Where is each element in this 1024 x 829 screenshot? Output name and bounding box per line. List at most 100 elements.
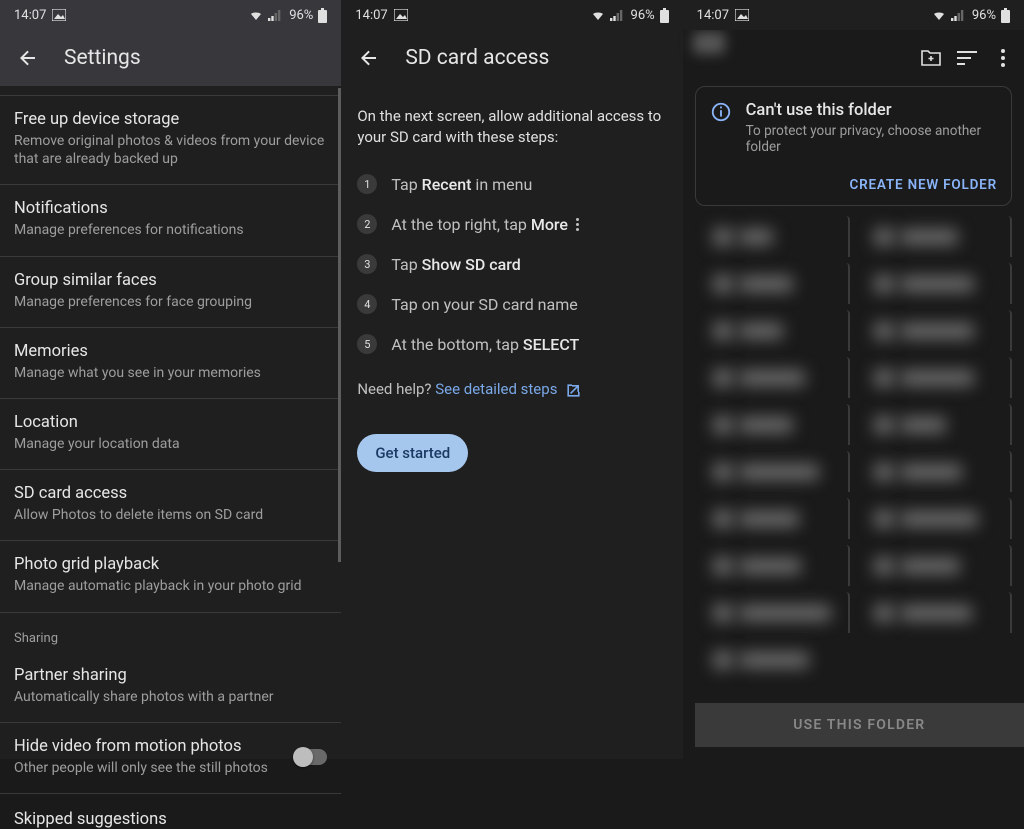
folder-cell-blurred[interactable]	[856, 451, 1012, 492]
more-icon[interactable]	[992, 47, 1014, 69]
info-icon	[710, 101, 732, 123]
folder-row	[695, 263, 1012, 304]
sdcard-access-pane: 14:07 96% SD card access On the next scr…	[341, 0, 682, 759]
battery-icon	[660, 8, 669, 23]
folder-cell-blurred[interactable]	[856, 357, 1012, 398]
folder-cell-blurred[interactable]	[695, 310, 851, 351]
folder-cell-blurred[interactable]	[695, 451, 851, 492]
step: 3Tap Show SD card	[357, 244, 666, 284]
item-title: SD card access	[14, 484, 327, 503]
item-sub: Manage preferences for notifications	[14, 221, 327, 239]
folder-cell-blurred[interactable]	[695, 263, 851, 304]
item-sub: Manage your location data	[14, 435, 327, 453]
folder-cell-blurred[interactable]	[856, 263, 1012, 304]
step-text: Tap Show SD card	[391, 255, 520, 274]
picture-icon	[394, 9, 408, 21]
folder-row	[695, 545, 1012, 586]
step-number: 2	[357, 214, 377, 234]
item-title: Skipped suggestions	[14, 810, 327, 829]
folder-cell-blurred[interactable]	[695, 357, 851, 398]
battery-percent: 96%	[289, 8, 313, 23]
settings-list: Free up device storage Remove original p…	[0, 92, 341, 829]
folder-row	[695, 451, 1012, 492]
item-sub: Other people will only see the still pho…	[14, 759, 285, 777]
folder-cell-blurred[interactable]	[695, 404, 851, 445]
breadcrumb-blurred	[693, 32, 725, 54]
settings-item-notifications[interactable]: Notifications Manage preferences for not…	[0, 185, 341, 256]
step-number: 5	[357, 334, 377, 354]
folder-cell-blurred[interactable]	[695, 216, 851, 257]
folder-row	[695, 639, 1012, 680]
status-time: 14:07	[14, 8, 46, 23]
use-this-folder-button[interactable]: USE THIS FOLDER	[695, 703, 1024, 747]
item-sub: Remove original photos & videos from you…	[14, 132, 327, 168]
get-started-button[interactable]: Get started	[357, 434, 468, 472]
settings-item-partner[interactable]: Partner sharing Automatically share phot…	[0, 652, 341, 723]
folder-cell-blurred[interactable]	[856, 404, 1012, 445]
new-folder-icon[interactable]	[920, 47, 942, 69]
settings-item-skipped[interactable]: Skipped suggestions	[0, 794, 341, 829]
settings-item-faces[interactable]: Group similar faces Manage preferences f…	[0, 257, 341, 328]
settings-item-gridplayback[interactable]: Photo grid playback Manage automatic pla…	[0, 541, 341, 612]
item-sub: Automatically share photos with a partne…	[14, 688, 327, 706]
help-line: Need help? See detailed steps	[341, 364, 682, 414]
folder-row	[695, 498, 1012, 539]
item-title: Group similar faces	[14, 271, 327, 290]
folder-cell-blurred[interactable]	[856, 592, 1012, 633]
folder-cell-blurred[interactable]	[856, 498, 1012, 539]
create-folder-button[interactable]: CREATE NEW FOLDER	[746, 177, 997, 193]
folder-row	[695, 216, 1012, 257]
file-picker-toolbar	[683, 30, 1024, 86]
toggle-switch-off[interactable]	[295, 749, 327, 765]
wifi-icon	[590, 9, 606, 21]
folder-row	[695, 357, 1012, 398]
item-sub: Manage what you see in your memories	[14, 364, 327, 382]
back-icon[interactable]	[16, 46, 40, 70]
folder-row	[695, 404, 1012, 445]
page-title: Settings	[64, 46, 141, 70]
step-list: 1Tap Recent in menu2At the top right, ta…	[341, 158, 682, 364]
step: 2At the top right, tap More	[357, 204, 666, 244]
item-title: Notifications	[14, 199, 327, 218]
help-prefix: Need help?	[357, 380, 435, 398]
card-sub: To protect your privacy, choose another …	[746, 123, 997, 155]
sort-icon[interactable]	[956, 47, 978, 69]
item-title: Partner sharing	[14, 666, 327, 685]
sdcard-header: SD card access	[341, 30, 682, 86]
battery-icon	[318, 8, 327, 23]
folder-cell-blurred[interactable]	[856, 545, 1012, 586]
picture-icon	[735, 9, 749, 21]
item-sub: Manage automatic playback in your photo …	[14, 577, 327, 595]
battery-percent: 96%	[631, 8, 655, 23]
item-sub: Allow Photos to delete items on SD card	[14, 506, 327, 524]
item-title: Memories	[14, 342, 327, 361]
page-title: SD card access	[405, 46, 549, 70]
step-number: 1	[357, 174, 377, 194]
item-title: Free up device storage	[14, 110, 327, 129]
folder-cell-blurred[interactable]	[856, 216, 1012, 257]
wifi-icon	[931, 9, 947, 21]
back-icon[interactable]	[357, 46, 381, 70]
status-bar: 14:07 96%	[0, 0, 341, 30]
item-title: Photo grid playback	[14, 555, 327, 574]
folder-cell-blurred[interactable]	[695, 639, 849, 680]
status-time: 14:07	[697, 8, 729, 23]
warning-card: Can't use this folder To protect your pr…	[695, 86, 1012, 206]
sharing-section-label: Sharing	[0, 613, 341, 652]
folder-cell-blurred[interactable]	[856, 310, 1012, 351]
item-sub: Manage preferences for face grouping	[14, 293, 327, 311]
folder-cell-blurred[interactable]	[695, 545, 851, 586]
settings-item-location[interactable]: Location Manage your location data	[0, 399, 341, 470]
picture-icon	[52, 9, 66, 21]
folder-cell-blurred[interactable]	[695, 592, 851, 633]
settings-item-memories[interactable]: Memories Manage what you see in your mem…	[0, 328, 341, 399]
help-link[interactable]: See detailed steps	[435, 380, 557, 398]
signal-icon	[951, 10, 966, 21]
item-title: Location	[14, 413, 327, 432]
folder-cell-blurred[interactable]	[695, 498, 851, 539]
folder-grid-blurred	[695, 216, 1012, 680]
settings-pane: 14:07 96% Settings Free up device storag…	[0, 0, 341, 759]
settings-item-sdcard[interactable]: SD card access Allow Photos to delete it…	[0, 470, 341, 541]
settings-item-hide-video[interactable]: Hide video from motion photos Other peop…	[0, 723, 341, 794]
settings-item-storage[interactable]: Free up device storage Remove original p…	[0, 96, 341, 185]
